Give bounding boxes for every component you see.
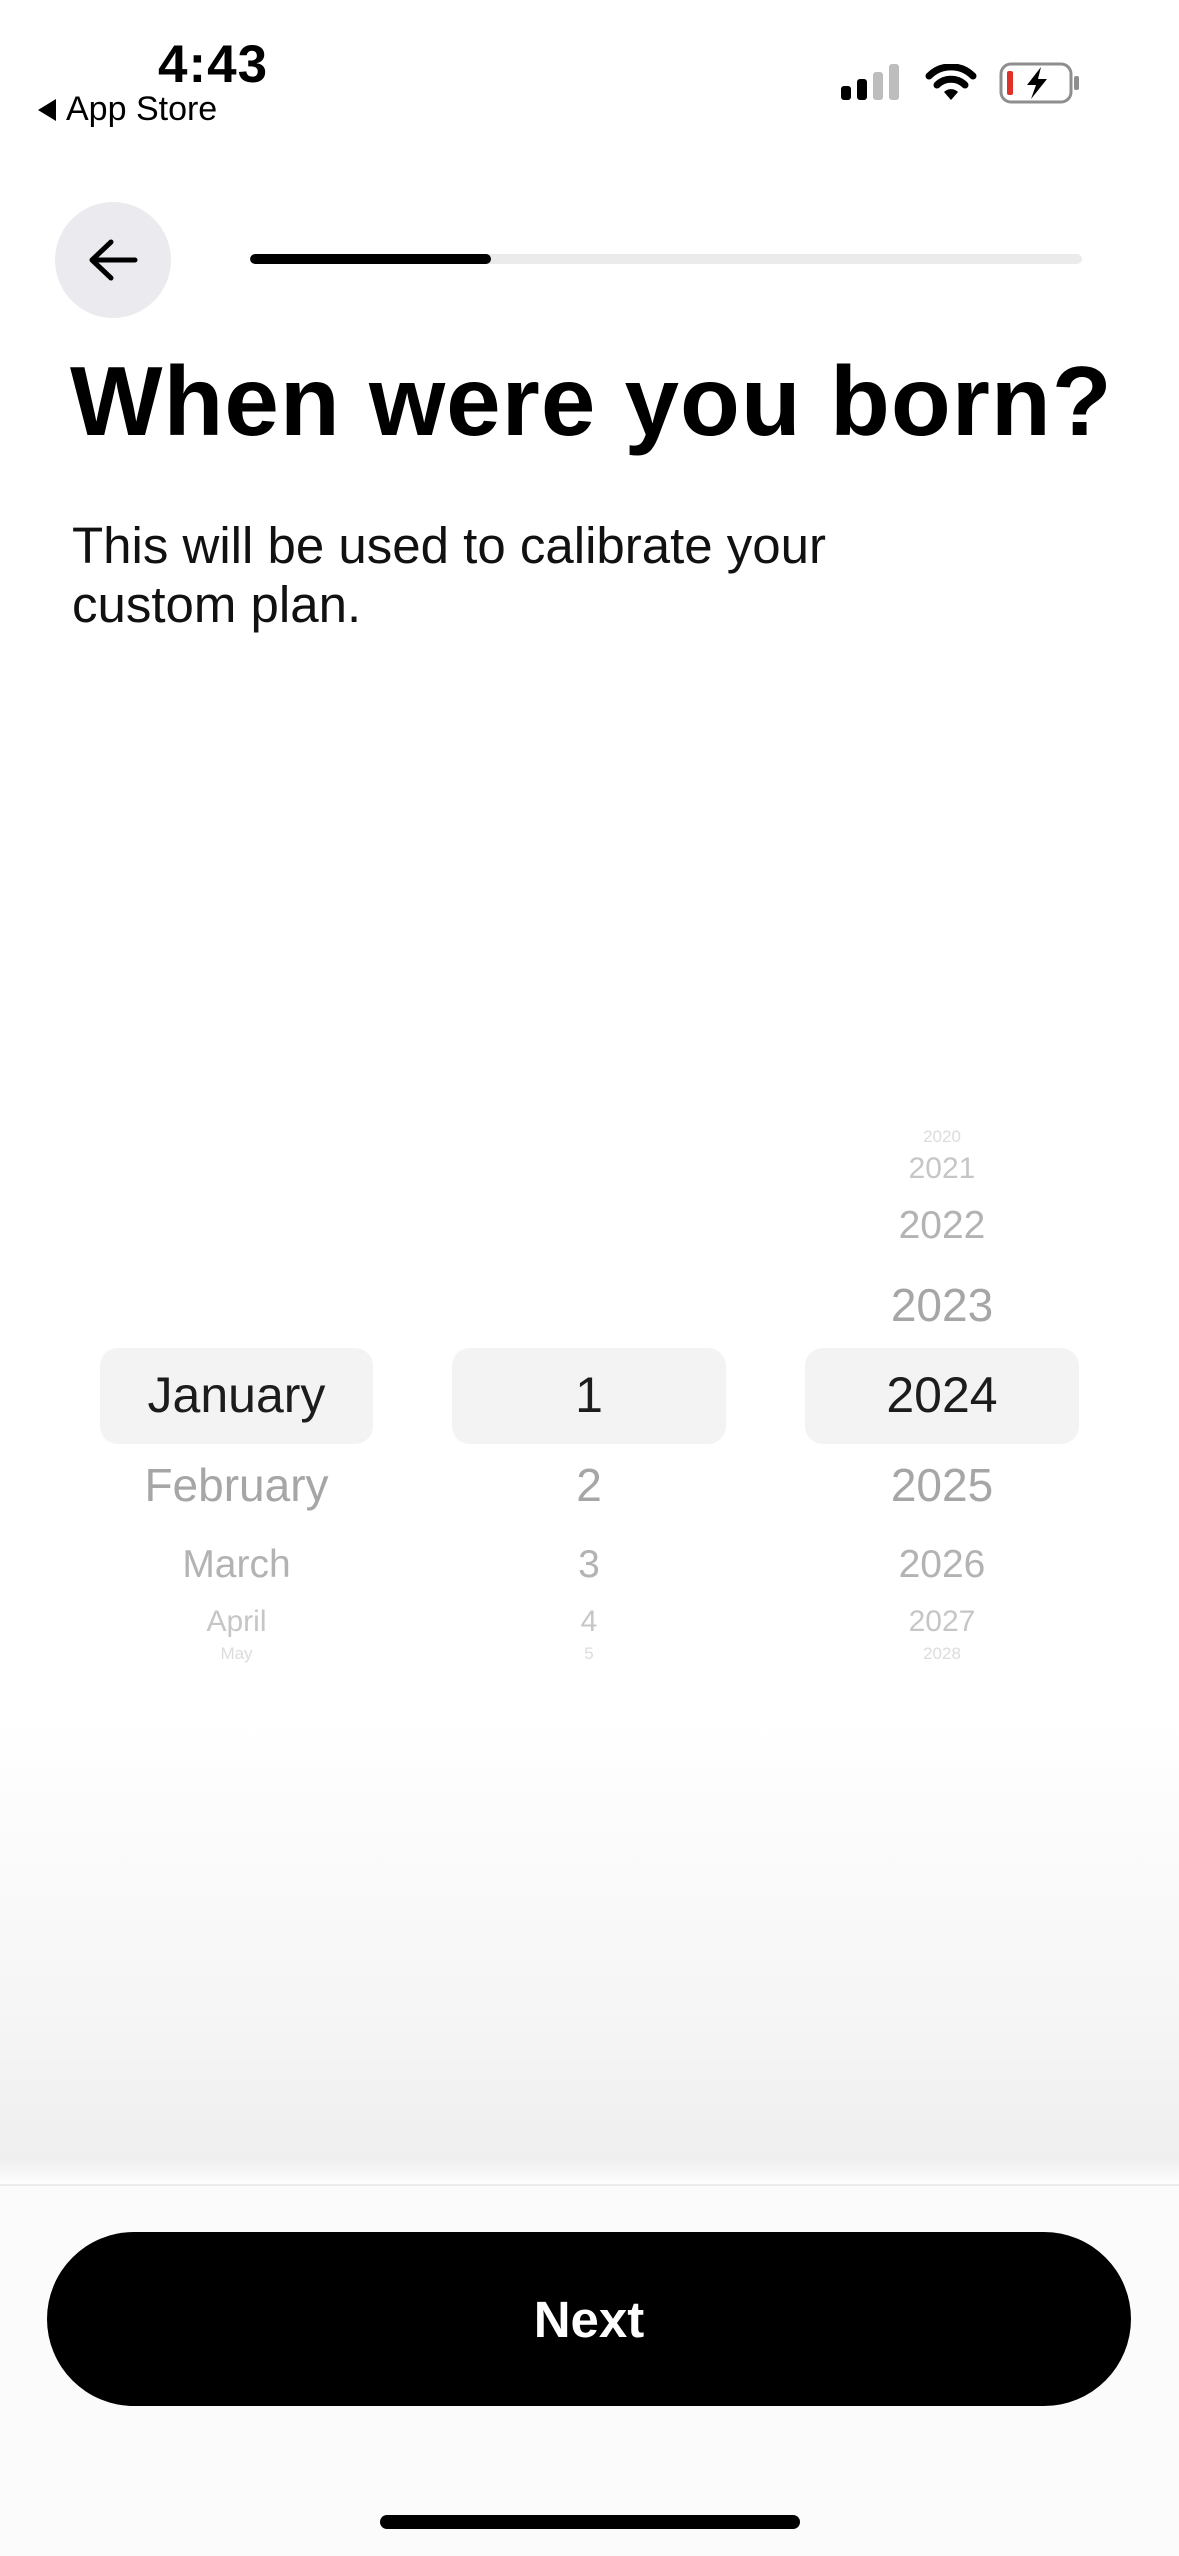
back-triangle-icon [38,98,56,121]
next-button-label: Next [533,2290,645,2348]
month-option[interactable]: March [100,1545,373,1584]
year-option[interactable]: 2021 [805,1154,1079,1184]
next-button[interactable]: Next [47,2232,1131,2406]
month-option[interactable]: April [100,1607,373,1637]
home-indicator[interactable] [380,2515,800,2529]
day-picker[interactable]: 1 2 3 4 5 [452,0,726,2556]
year-option[interactable]: 2028 [805,1645,1079,1662]
year-option[interactable]: 2027 [805,1607,1079,1637]
year-option[interactable]: 2026 [805,1545,1079,1584]
month-picker[interactable]: January February March April May [100,0,373,2556]
day-option[interactable]: 4 [452,1607,726,1637]
day-option-selected[interactable]: 1 [452,1370,726,1420]
year-option[interactable]: 2022 [805,1206,1079,1245]
month-option-selected[interactable]: January [100,1370,373,1420]
year-option-selected[interactable]: 2024 [805,1370,1079,1420]
month-option[interactable]: May [100,1645,373,1662]
month-option[interactable]: February [100,1462,373,1508]
day-option[interactable]: 3 [452,1545,726,1584]
onboarding-screen: 4:43 App Store When were you born? This … [0,0,1179,2556]
day-option[interactable]: 5 [452,1645,726,1662]
year-option[interactable]: 2025 [805,1462,1079,1508]
year-option[interactable]: 2020 [805,1128,1079,1145]
year-picker[interactable]: 2020 2021 2022 2023 2024 2025 2026 2027 … [805,0,1079,2556]
year-option[interactable]: 2023 [805,1282,1079,1328]
day-option[interactable]: 2 [452,1462,726,1508]
